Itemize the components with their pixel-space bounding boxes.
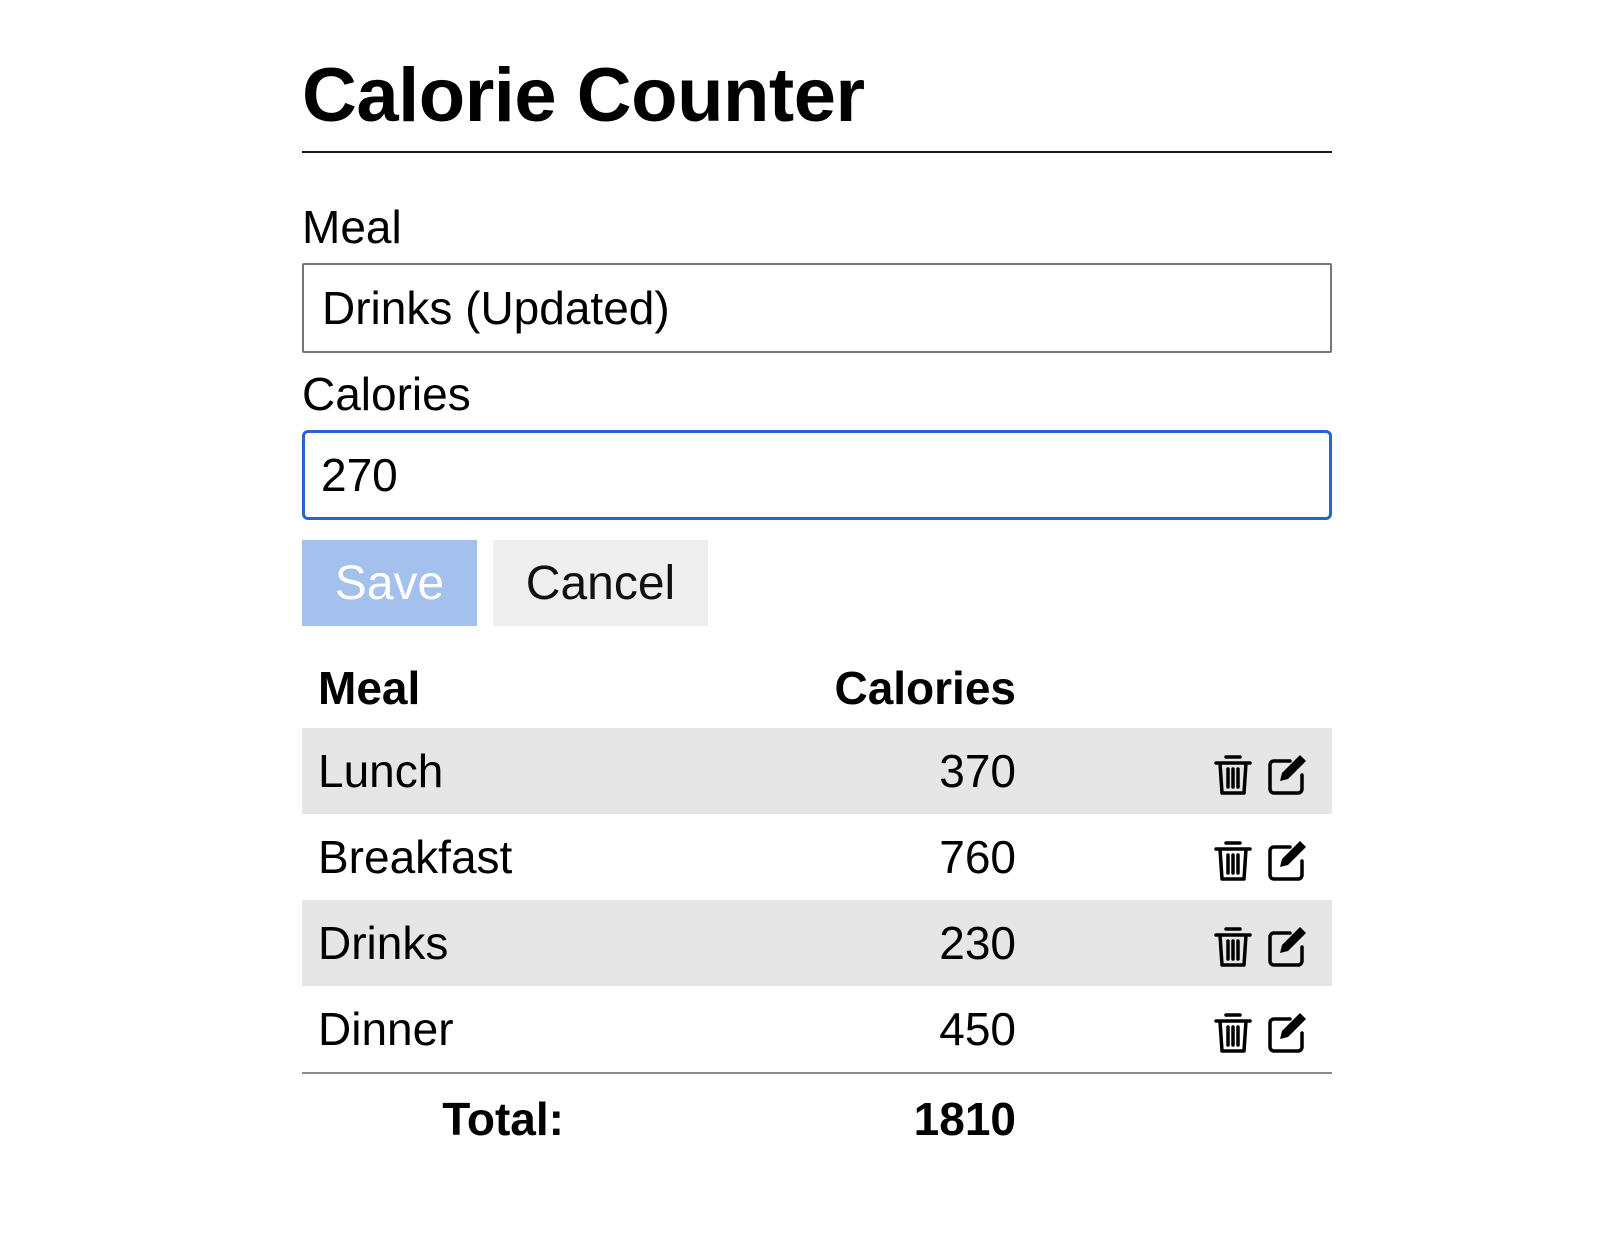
table-row: Drinks 230 bbox=[302, 900, 1332, 986]
title-divider bbox=[302, 151, 1332, 153]
row-actions bbox=[1032, 900, 1332, 986]
trash-icon[interactable] bbox=[1212, 1011, 1254, 1055]
row-actions bbox=[1032, 986, 1332, 1073]
meal-input[interactable] bbox=[302, 263, 1332, 353]
meal-cell: Drinks bbox=[318, 917, 449, 969]
row-actions bbox=[1032, 728, 1332, 814]
calories-field-label: Calories bbox=[302, 368, 471, 420]
actions-column-header bbox=[1032, 648, 1332, 728]
calories-cell: 760 bbox=[939, 831, 1016, 883]
meals-table: Meal Calories Lunch 370 Breakfast 760 Dr… bbox=[302, 648, 1332, 1164]
total-label: Total: bbox=[302, 1072, 620, 1164]
total-row: Total: 1810 bbox=[302, 1072, 1332, 1164]
save-button[interactable]: Save bbox=[302, 540, 477, 626]
meal-field-label: Meal bbox=[302, 201, 402, 253]
meal-cell: Breakfast bbox=[318, 831, 513, 883]
meal-cell: Dinner bbox=[318, 1003, 454, 1055]
edit-icon[interactable] bbox=[1266, 925, 1308, 969]
edit-icon[interactable] bbox=[1266, 753, 1308, 797]
calories-cell: 370 bbox=[939, 745, 1016, 797]
table-header-row: Meal Calories bbox=[302, 648, 1332, 728]
trash-icon[interactable] bbox=[1212, 839, 1254, 883]
cancel-button[interactable]: Cancel bbox=[493, 540, 708, 626]
trash-icon[interactable] bbox=[1212, 925, 1254, 969]
calories-column-header: Calories bbox=[834, 662, 1016, 714]
calories-cell: 230 bbox=[939, 917, 1016, 969]
calories-input[interactable] bbox=[302, 430, 1332, 520]
calorie-counter-app: Calorie Counter Meal Calories Save Cance… bbox=[302, 0, 1332, 1164]
total-value: 1810 bbox=[620, 1072, 1032, 1164]
table-row: Breakfast 760 bbox=[302, 814, 1332, 900]
trash-icon[interactable] bbox=[1212, 753, 1254, 797]
table-row: Lunch 370 bbox=[302, 728, 1332, 814]
calories-cell: 450 bbox=[939, 1003, 1016, 1055]
table-row: Dinner 450 bbox=[302, 986, 1332, 1073]
edit-icon[interactable] bbox=[1266, 839, 1308, 883]
meal-column-header: Meal bbox=[318, 662, 421, 714]
edit-icon[interactable] bbox=[1266, 1011, 1308, 1055]
row-actions bbox=[1032, 814, 1332, 900]
meal-cell: Lunch bbox=[318, 745, 444, 797]
page-title: Calorie Counter bbox=[302, 53, 865, 138]
